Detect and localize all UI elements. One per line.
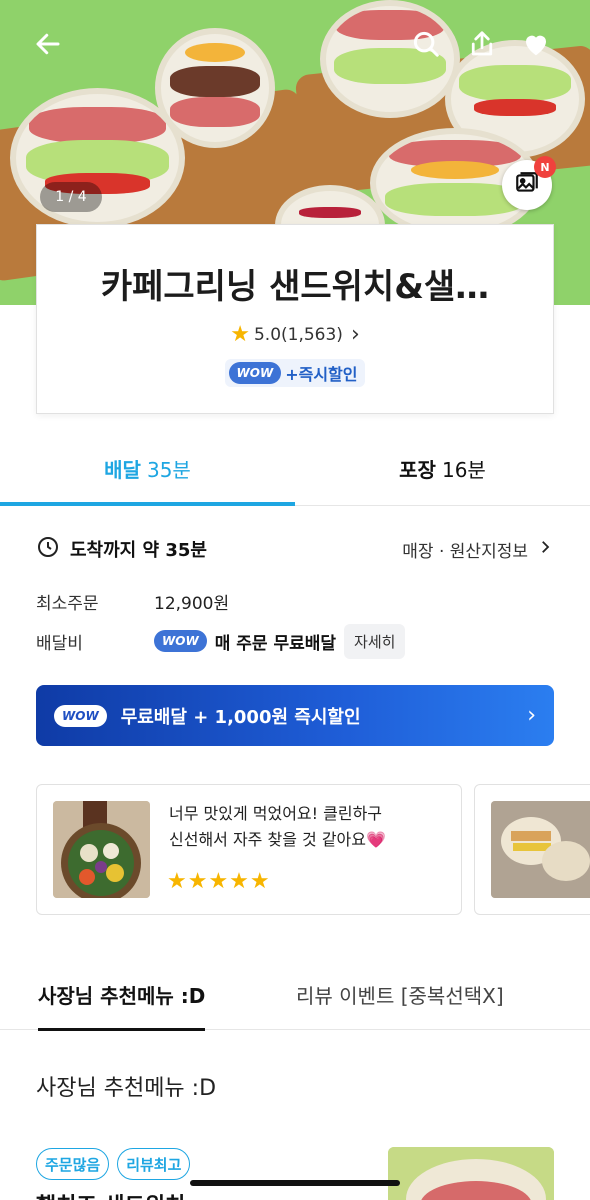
- review-card[interactable]: [474, 784, 590, 915]
- order-type-tabs: 배달 35분 포장 16분: [0, 432, 590, 506]
- menu-item-badges: 주문많음 리뷰최고: [36, 1148, 191, 1180]
- review-line: 너무 맛있게 먹었어요! 클린하구: [169, 804, 383, 823]
- promo-text: +즉시할인: [285, 365, 358, 384]
- wow-instant-discount-chip: WOW +즉시할인: [224, 359, 366, 387]
- banner-text: 무료배달 + 1,000원 즉시할인: [120, 706, 361, 728]
- menu-item-name[interactable]: 햄치즈 샌드위치: [36, 1188, 185, 1200]
- badge-popular: 주문많음: [36, 1148, 110, 1180]
- rating-link[interactable]: ★ 5.0(1,563) ›: [37, 322, 553, 347]
- home-indicator: [190, 1180, 400, 1186]
- chevron-right-icon: ›: [350, 322, 360, 347]
- chevron-right-icon: ›: [527, 703, 536, 728]
- chevron-right-icon: [536, 538, 554, 561]
- tab-review-event[interactable]: 리뷰 이벤트 [중복선택X]: [296, 958, 504, 1030]
- section-title: 사장님 추천메뉴 :D: [36, 1076, 217, 1101]
- store-info-label: 매장 · 원산지정보: [402, 541, 528, 562]
- store-name: 카페그리닝 샌드위치&샐…: [100, 267, 490, 307]
- tab-time: 35분: [146, 458, 191, 482]
- photo-counter: 1 / 4: [40, 182, 102, 212]
- back-arrow-icon[interactable]: [30, 26, 66, 62]
- new-badge: N: [534, 156, 556, 178]
- details-button[interactable]: 자세히: [344, 623, 406, 659]
- search-icon[interactable]: [408, 26, 444, 62]
- store-card: 카페그리닝 샌드위치&샐… ★ 5.0(1,563) › WOW +즉시할인: [36, 224, 554, 414]
- tab-label: 포장: [399, 458, 436, 482]
- min-order-value: 12,900원: [154, 593, 230, 614]
- delivery-info: 도착까지 약 35분 매장 · 원산지정보 최소주문 12,900원 배달비 W…: [36, 534, 554, 661]
- tab-delivery[interactable]: 배달 35분: [0, 432, 295, 506]
- tab-label: 배달: [104, 458, 141, 482]
- rating-value: 5.0(1,563): [253, 324, 343, 345]
- gallery-button[interactable]: N: [502, 156, 556, 210]
- review-stars: ★★★★★: [167, 869, 271, 894]
- store-origin-info-link[interactable]: 매장 · 원산지정보: [402, 537, 554, 562]
- min-order-row: 최소주문 12,900원: [36, 581, 554, 621]
- tab-pickup[interactable]: 포장 16분: [295, 432, 590, 505]
- eta-text: 도착까지 약 35분: [70, 540, 207, 561]
- menu-item-photo[interactable]: [388, 1147, 554, 1200]
- star-icon: ★: [230, 321, 250, 347]
- review-line: 신선해서 자주 찾을 것 같아요💗: [169, 830, 386, 849]
- heart-icon[interactable]: [518, 26, 554, 62]
- delivery-fee-text: 매 주문 무료배달: [214, 633, 337, 654]
- wow-badge: WOW: [54, 704, 107, 727]
- menu-category-tabs: 사장님 추천메뉴 :D 리뷰 이벤트 [중복선택X]: [0, 958, 590, 1031]
- wow-badge: WOW: [228, 362, 282, 384]
- sandwich-wrap: [155, 28, 275, 148]
- delivery-fee-row: 배달비 WOW 매 주문 무료배달 자세히: [36, 621, 554, 661]
- review-card[interactable]: 너무 맛있게 먹었어요! 클린하구 신선해서 자주 찾을 것 같아요💗 ★★★★…: [36, 784, 462, 915]
- clock-icon: [36, 535, 60, 564]
- min-order-label: 최소주문: [36, 593, 99, 614]
- share-icon[interactable]: [464, 26, 500, 62]
- wow-badge: WOW: [154, 630, 207, 652]
- badge-top-review: 리뷰최고: [117, 1148, 191, 1180]
- review-photo: [53, 801, 150, 898]
- tab-owner-recommended[interactable]: 사장님 추천메뉴 :D: [38, 958, 206, 1031]
- tab-time: 16분: [441, 458, 486, 482]
- delivery-fee-label: 배달비: [36, 633, 83, 654]
- review-photo: [491, 801, 590, 898]
- wow-promo-banner[interactable]: WOW 무료배달 + 1,000원 즉시할인 ›: [36, 685, 554, 746]
